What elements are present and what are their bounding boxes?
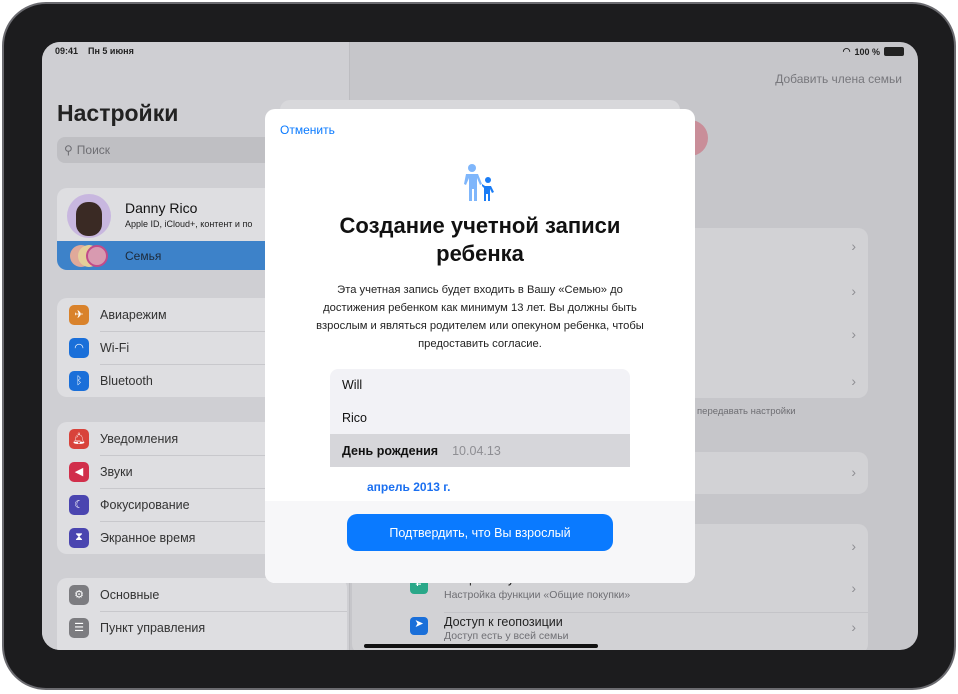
- moon-icon: ☾: [69, 494, 89, 515]
- chevron-right-icon: ›: [851, 326, 856, 342]
- chevron-right-icon: ›: [851, 373, 856, 389]
- page-title: Настройки: [57, 100, 179, 126]
- home-indicator[interactable]: [364, 644, 598, 648]
- screen: 09:41 Пн 5 июня Настройки ⚲ Поиск Danny …: [42, 42, 918, 650]
- wifi-icon: ◠: [69, 337, 89, 358]
- last-name-field[interactable]: Rico: [330, 401, 630, 434]
- settings-group-general: ⚙ Основные ☰ Пункт управления: [57, 578, 347, 650]
- bluetooth-icon: ᛒ: [69, 370, 89, 391]
- chevron-right-icon: ›: [851, 580, 856, 596]
- airplane-icon: ✈: [69, 304, 89, 325]
- dialog-description: Эта учетная запись будет входить в Вашу …: [316, 284, 644, 350]
- birthday-field[interactable]: День рождения 10.04.13: [330, 434, 630, 467]
- dialog-footer: Подтвердить, что Вы взрослый: [265, 501, 695, 583]
- dialog-title: Создание учетной записи ребенка: [339, 213, 621, 266]
- sidebar-item-control-center[interactable]: ☰ Пункт управления: [57, 611, 347, 644]
- first-name-field[interactable]: Will: [330, 369, 630, 401]
- location-subtitle: Доступ есть у всей семьи: [444, 630, 569, 642]
- create-child-account-dialog: Отменить Создание учетной записи ребенка…: [265, 109, 695, 583]
- status-time: 09:41: [55, 46, 79, 56]
- status-right: ◠ 100 %: [843, 46, 904, 57]
- chevron-right-icon: ›: [851, 238, 856, 254]
- location-sharing-row[interactable]: ➤ Доступ к геопозиции Доступ есть у всей…: [410, 612, 868, 646]
- confirm-adult-button[interactable]: Подтвердить, что Вы взрослый: [347, 514, 613, 551]
- battery-icon: [884, 47, 904, 56]
- chevron-right-icon: ›: [851, 619, 856, 635]
- cancel-button[interactable]: Отменить: [280, 123, 335, 137]
- family-avatars-icon: [70, 244, 120, 268]
- bell-icon: 🔔︎: [69, 428, 89, 449]
- profile-name[interactable]: Danny Rico: [125, 200, 197, 216]
- add-family-member-button[interactable]: Добавить члена семьи: [775, 72, 902, 86]
- gear-icon: ⚙: [69, 584, 89, 605]
- search-icon: ⚲: [64, 143, 73, 157]
- chevron-right-icon: ›: [851, 464, 856, 480]
- hourglass-icon: ⧗: [69, 527, 89, 548]
- parent-child-icon: [464, 164, 494, 201]
- month-year-picker[interactable]: апрель 2013 г.: [367, 480, 450, 494]
- toggles-icon: ☰: [69, 617, 89, 638]
- chevron-right-icon: ›: [851, 538, 856, 554]
- status-date: Пн 5 июня: [88, 46, 134, 56]
- profile-subtitle: Apple ID, iCloud+, контент и по: [125, 219, 253, 229]
- wifi-status-icon: ◠: [842, 46, 851, 56]
- chevron-right-icon: ›: [851, 283, 856, 299]
- speaker-icon: ◀: [69, 461, 89, 482]
- location-arrow-icon: ➤: [410, 617, 428, 635]
- avatar[interactable]: [67, 194, 111, 238]
